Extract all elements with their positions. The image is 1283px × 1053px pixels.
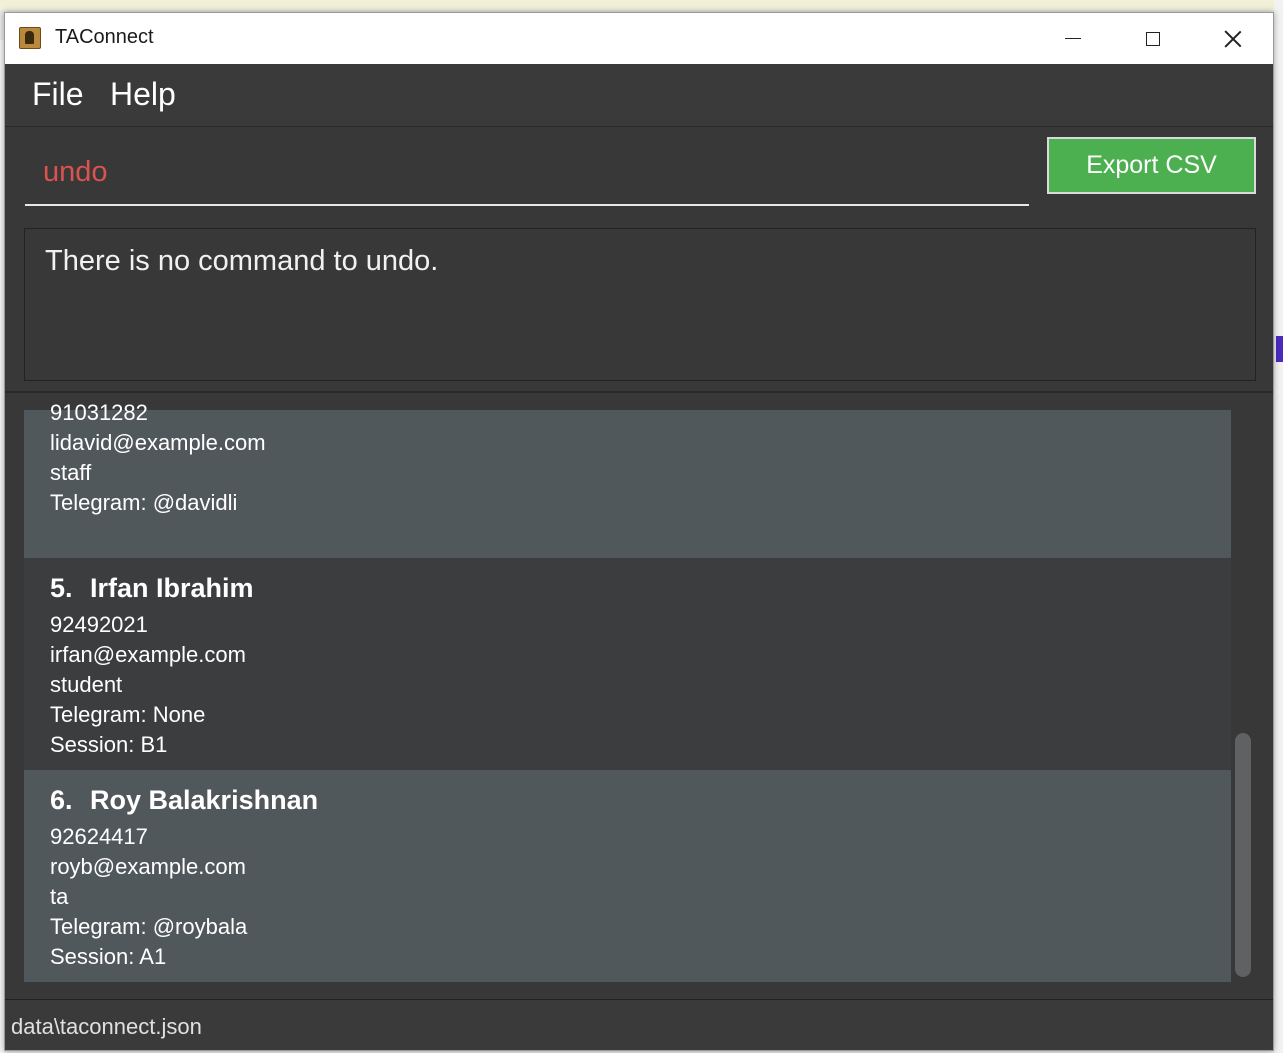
result-display: There is no command to undo.	[24, 228, 1256, 381]
contact-index: 5.	[50, 573, 73, 603]
contact-index: 6.	[50, 785, 73, 815]
contact-session: Session: B1	[50, 732, 168, 757]
app-window: TAConnect File Help Export CSV There is …	[4, 12, 1274, 1051]
contact-name-row: 5. Irfan Ibrahim	[50, 570, 1231, 610]
export-csv-button[interactable]: Export CSV	[1047, 137, 1256, 194]
menu-bar: File Help	[5, 64, 1273, 127]
contact-telegram: Telegram: @roybala	[50, 914, 248, 939]
contact-name: Irfan Ibrahim	[90, 573, 254, 603]
desktop-background-right	[1274, 0, 1283, 1053]
command-input[interactable]	[25, 141, 1029, 206]
contact-role: staff	[50, 460, 92, 485]
contact-email: irfan@example.com	[50, 642, 246, 667]
contact-card[interactable]: 5. Irfan Ibrahim 92492021 irfan@example.c…	[24, 558, 1231, 770]
window-title: TAConnect	[55, 26, 154, 48]
desktop-background-strip	[0, 0, 1283, 10]
menu-file[interactable]: File	[32, 76, 84, 113]
contact-list[interactable]: 91031282 lidavid@example.com staff Teleg…	[5, 391, 1273, 1001]
contact-role: ta	[50, 884, 69, 909]
command-area: Export CSV	[5, 127, 1273, 219]
contact-telegram: Telegram: @davidli	[50, 490, 238, 515]
close-icon	[1224, 30, 1242, 48]
contact-name-row: 6. Roy Balakrishnan	[50, 782, 1231, 822]
desktop-background-accent	[1276, 336, 1283, 362]
contact-name: Roy Balakrishnan	[90, 785, 319, 815]
title-bar[interactable]: TAConnect	[5, 13, 1273, 64]
contact-card[interactable]: 6. Roy Balakrishnan 92624417 royb@example…	[24, 770, 1231, 982]
contact-card[interactable]: 91031282 lidavid@example.com staff Teleg…	[24, 400, 1231, 558]
minimize-icon	[1065, 38, 1081, 39]
result-message: There is no command to undo.	[45, 245, 439, 277]
contact-telegram: Telegram: None	[50, 702, 206, 727]
status-bar: data\taconnect.json	[5, 999, 1273, 1050]
contact-phone: 91031282	[50, 400, 148, 425]
contact-session: Session: A1	[50, 944, 167, 969]
maximize-button[interactable]	[1113, 13, 1193, 64]
contact-role: student	[50, 672, 123, 697]
contact-phone: 92624417	[50, 824, 148, 849]
minimize-button[interactable]	[1033, 13, 1113, 64]
contact-phone: 92492021	[50, 612, 148, 637]
menu-help[interactable]: Help	[110, 76, 176, 113]
close-button[interactable]	[1193, 13, 1273, 64]
maximize-icon	[1146, 31, 1160, 46]
list-scrollbar-thumb[interactable]	[1235, 733, 1251, 977]
save-file-path: data\taconnect.json	[11, 1014, 202, 1039]
contact-email: lidavid@example.com	[50, 430, 266, 455]
app-contacts-icon	[19, 27, 41, 49]
contact-email: royb@example.com	[50, 854, 246, 879]
